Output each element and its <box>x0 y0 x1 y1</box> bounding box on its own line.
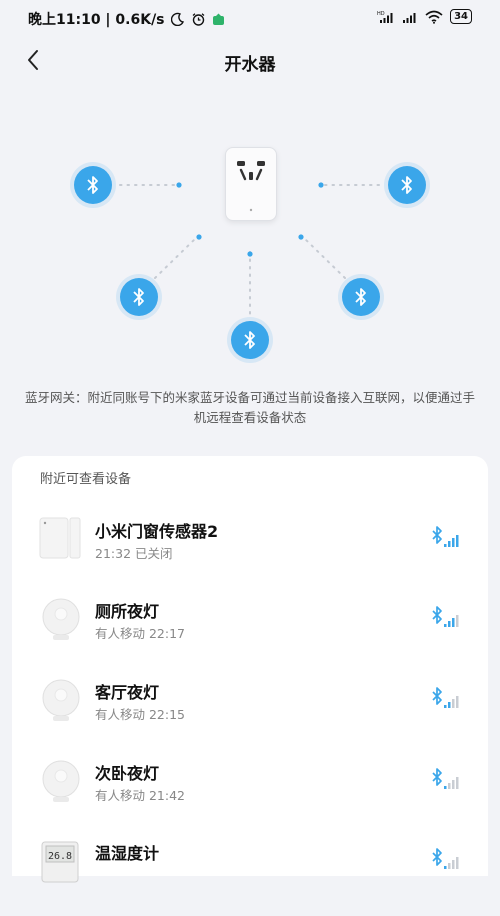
battery-indicator: 34 <box>450 9 472 24</box>
nearby-devices-card: 附近可查看设备 小米门窗传感器2 21:32 已关闭 厕所夜灯 有人移动 22:… <box>12 456 488 883</box>
device-row[interactable]: 厕所夜灯 有人移动 22:17 <box>12 594 488 674</box>
status-bar-left: 晚上11:10 | 0.6K/s <box>28 9 225 29</box>
do-not-disturb-moon-icon <box>170 12 184 26</box>
device-name: 温湿度计 <box>95 844 160 863</box>
device-row[interactable]: 次卧夜灯 有人移动 21:42 <box>12 756 488 836</box>
door-window-sensor-icon <box>39 517 81 559</box>
smart-plug-icon <box>225 147 277 221</box>
bluetooth-signal-icon <box>432 768 459 789</box>
device-name: 小米门窗传感器2 <box>95 522 219 541</box>
bluetooth-gateway-diagram <box>0 130 500 370</box>
device-row[interactable]: 小米门窗传感器2 21:32 已关闭 <box>12 514 488 594</box>
status-bar-right: HD 34 <box>377 9 472 24</box>
bluetooth-signal-icon <box>432 687 459 708</box>
thermometer-icon: 26.8 <box>41 841 79 883</box>
device-row[interactable]: 客厅夜灯 有人移动 22:15 <box>12 675 488 755</box>
wifi-icon <box>425 10 443 24</box>
device-status: 有人移动 22:15 <box>95 707 185 722</box>
night-light-icon <box>42 760 80 802</box>
bluetooth-icon <box>342 278 380 316</box>
page-title: 开水器 <box>224 55 276 75</box>
status-time-speed: 晚上11:10 | 0.6K/s <box>28 12 165 28</box>
hd-cellular-signal-icon: HD <box>377 11 393 23</box>
section-title: 附近可查看设备 <box>40 472 132 487</box>
thermometer-display: 26.8 <box>48 851 72 862</box>
app-notification-icon <box>212 13 224 25</box>
svg-text:HD: HD <box>377 11 385 17</box>
bluetooth-signal-icon <box>432 606 459 627</box>
bluetooth-signal-icon <box>432 526 459 547</box>
device-row[interactable]: 26.8 温湿度计 <box>12 836 488 916</box>
device-status: 21:32 已关闭 <box>95 546 173 561</box>
night-light-icon <box>42 679 80 721</box>
bluetooth-icon <box>231 321 269 359</box>
device-name: 厕所夜灯 <box>95 602 160 621</box>
alarm-clock-icon <box>192 12 204 26</box>
header: 开水器 <box>0 40 500 84</box>
device-status: 有人移动 21:42 <box>95 788 185 803</box>
status-bar: 晚上11:10 | 0.6K/s HD 34 <box>0 0 500 36</box>
device-name: 次卧夜灯 <box>95 764 160 783</box>
bluetooth-icon <box>120 278 158 316</box>
bluetooth-signal-icon <box>432 848 459 869</box>
gateway-description: 蓝牙网关：附近同账号下的米家蓝牙设备可通过当前设备接入互联网，以便通过手机远程查… <box>24 390 475 425</box>
bluetooth-icon <box>388 166 426 204</box>
cellular-signal-icon <box>403 12 416 23</box>
device-status: 有人移动 22:17 <box>95 626 185 641</box>
night-light-icon <box>42 598 80 640</box>
device-name: 客厅夜灯 <box>95 683 160 702</box>
bluetooth-icon <box>74 166 112 204</box>
